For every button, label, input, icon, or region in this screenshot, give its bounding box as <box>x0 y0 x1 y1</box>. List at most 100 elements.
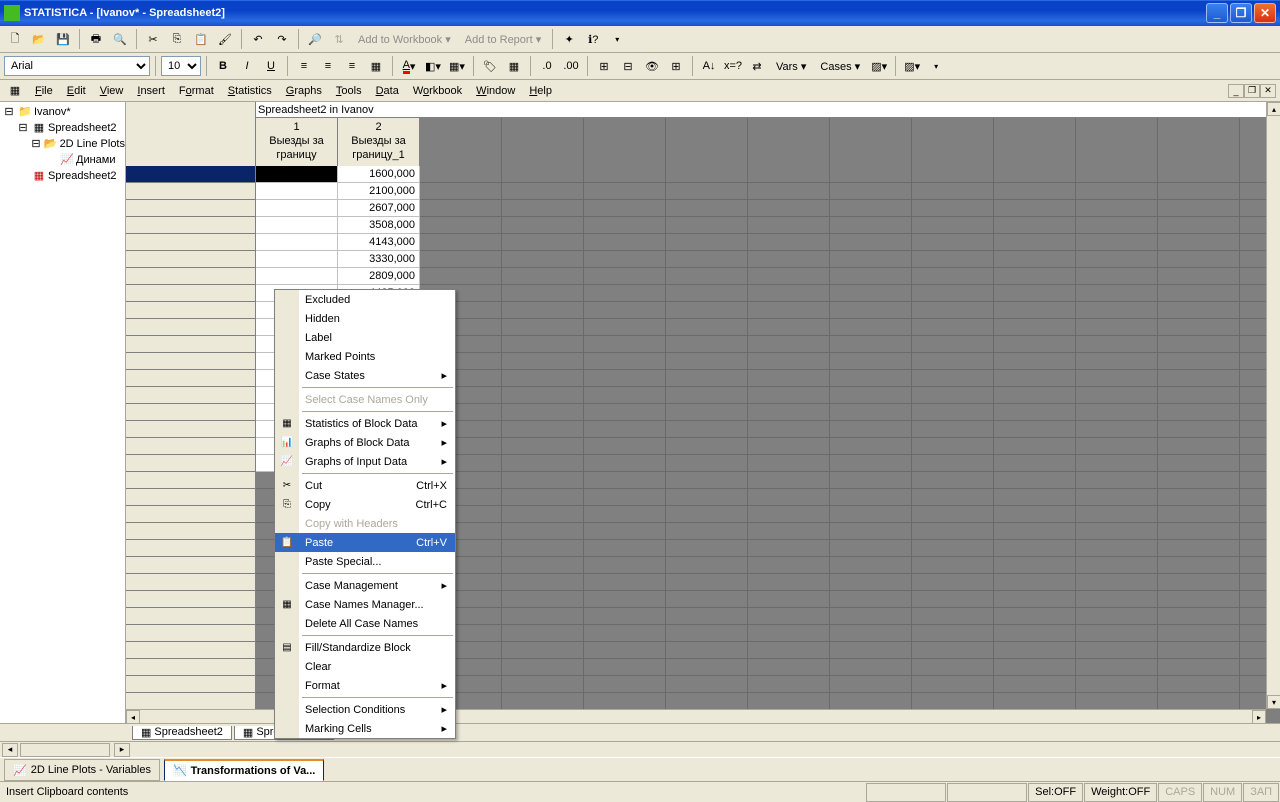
row-header[interactable] <box>126 540 256 557</box>
recalc-button[interactable]: x=? <box>722 55 744 77</box>
options-button[interactable]: ✦ <box>558 28 580 50</box>
row-header[interactable] <box>126 591 256 608</box>
row-header[interactable] <box>126 523 256 540</box>
menu-graphs[interactable]: Graphs <box>279 83 329 99</box>
add-to-report-button[interactable]: Add to Report ▾ <box>459 28 547 50</box>
project-tree[interactable]: ⊟📁Ivanov* ⊟▦Spreadsheet2 ⊟📂2D Line Plots… <box>0 102 126 723</box>
row-header[interactable] <box>126 642 256 659</box>
align-center-button[interactable]: ≡ <box>317 55 339 77</box>
zoom-out-button[interactable]: ⊟ <box>617 55 639 77</box>
decimal-inc-button[interactable]: .0 <box>536 55 558 77</box>
decimal-dec-button[interactable]: .00 <box>560 55 582 77</box>
new-button[interactable]: 🗋 <box>4 28 26 50</box>
scroll-left-button[interactable]: ◂ <box>126 710 140 724</box>
menu-workbook[interactable]: Workbook <box>406 83 469 99</box>
ctx-delete-case-names[interactable]: Delete All Case Names <box>275 614 455 633</box>
scroll-right-button[interactable]: ▸ <box>114 743 130 757</box>
help-button[interactable]: ℹ? <box>582 28 604 50</box>
paste-button[interactable]: 📋 <box>190 28 212 50</box>
print-button[interactable]: 🖶 <box>85 28 107 50</box>
redo-button[interactable]: ↷ <box>271 28 293 50</box>
sort-asc-button[interactable]: A↓ <box>698 55 720 77</box>
menu-window[interactable]: Window <box>469 83 522 99</box>
preview-button[interactable]: 🔍 <box>109 28 131 50</box>
row-header[interactable] <box>126 370 256 387</box>
cell[interactable] <box>256 200 338 217</box>
ctx-case-states[interactable]: Case States▸ <box>275 366 455 385</box>
row-header[interactable] <box>126 557 256 574</box>
vertical-scrollbar[interactable]: ▴ ▾ <box>1266 102 1280 709</box>
cut-button[interactable]: ✂ <box>142 28 164 50</box>
cell[interactable] <box>256 251 338 268</box>
row-header[interactable] <box>126 234 256 251</box>
row-header[interactable] <box>126 506 256 523</box>
cell[interactable] <box>256 183 338 200</box>
italic-button[interactable]: I <box>236 55 258 77</box>
menu-statistics[interactable]: Statistics <box>221 83 279 99</box>
toolbar-options-icon[interactable]: ▾ <box>606 28 628 50</box>
column-header[interactable]: 1 Выезды за границу <box>256 118 338 166</box>
tree-item[interactable]: Динами <box>76 152 116 168</box>
tag-button[interactable]: 🏷 <box>479 55 501 77</box>
ctx-hidden[interactable]: Hidden <box>275 309 455 328</box>
row-header[interactable] <box>126 676 256 693</box>
fill-color-button[interactable]: ◧▾ <box>422 55 444 77</box>
find-button[interactable]: 🔎 <box>304 28 326 50</box>
tree-root[interactable]: Ivanov* <box>34 104 71 120</box>
spreadsheet[interactable]: Spreadsheet2 in Ivanov 1 Выезды за грани… <box>126 102 1280 723</box>
row-header[interactable] <box>126 574 256 591</box>
underline-button[interactable]: U <box>260 55 282 77</box>
ctx-case-names-manager[interactable]: ▦Case Names Manager... <box>275 595 455 614</box>
cell[interactable]: 3330,000 <box>338 251 420 268</box>
ctx-cut[interactable]: ✂CutCtrl+X <box>275 476 455 495</box>
row-header[interactable] <box>126 336 256 353</box>
ctx-graphs-input[interactable]: 📈Graphs of Input Data▸ <box>275 452 455 471</box>
cases-button[interactable]: Cases ▾ <box>814 55 866 77</box>
recode-button[interactable]: ⇄ <box>746 55 768 77</box>
pattern1-button[interactable]: ▨▾ <box>868 55 890 77</box>
bold-button[interactable]: B <box>212 55 234 77</box>
row-header[interactable] <box>126 455 256 472</box>
zoom-in-button[interactable]: ⊞ <box>593 55 615 77</box>
grid-corner[interactable] <box>126 102 256 166</box>
ctx-statistics-block[interactable]: ▦Statistics of Block Data▸ <box>275 414 455 433</box>
task-button[interactable]: 📈2D Line Plots - Variables <box>4 759 160 781</box>
vars-button[interactable]: Vars ▾ <box>770 55 812 77</box>
scroll-left-button[interactable]: ◂ <box>2 743 18 757</box>
ctx-clear[interactable]: Clear <box>275 657 455 676</box>
ctx-graphs-block[interactable]: 📊Graphs of Block Data▸ <box>275 433 455 452</box>
menu-help[interactable]: Help <box>522 83 559 99</box>
font-size-select[interactable]: 10 <box>161 56 201 76</box>
tree-item[interactable]: Spreadsheet2 <box>48 120 117 136</box>
task-button-active[interactable]: 📉Transformations of Va... <box>164 759 324 781</box>
ctx-fill-standardize[interactable]: ▤Fill/Standardize Block <box>275 638 455 657</box>
row-header[interactable] <box>126 693 256 709</box>
merge-button[interactable]: ▦ <box>365 55 387 77</box>
menu-edit[interactable]: Edit <box>60 83 93 99</box>
ctx-paste[interactable]: 📋PasteCtrl+V <box>275 533 455 552</box>
maximize-button[interactable]: ❐ <box>1230 3 1252 23</box>
toolbar2-options-icon[interactable]: ▾ <box>925 55 947 77</box>
grid-button[interactable]: ▦ <box>503 55 525 77</box>
ctx-excluded[interactable]: Excluded <box>275 290 455 309</box>
border-button[interactable]: ▦▾ <box>446 55 468 77</box>
sort-button[interactable]: ⇅ <box>328 28 350 50</box>
close-button[interactable]: ✕ <box>1254 3 1276 23</box>
ctx-copy[interactable]: ⎘CopyCtrl+C <box>275 495 455 514</box>
ctx-marked-points[interactable]: Marked Points <box>275 347 455 366</box>
save-button[interactable]: 💾 <box>52 28 74 50</box>
align-left-button[interactable]: ≡ <box>293 55 315 77</box>
menu-insert[interactable]: Insert <box>130 83 172 99</box>
copy-button[interactable]: ⎘ <box>166 28 188 50</box>
add-to-workbook-button[interactable]: Add to Workbook ▾ <box>352 28 457 50</box>
row-header[interactable] <box>126 302 256 319</box>
scroll-up-button[interactable]: ▴ <box>1267 102 1280 116</box>
row-header[interactable] <box>126 421 256 438</box>
row-header[interactable] <box>126 268 256 285</box>
scroll-right-button[interactable]: ▸ <box>1252 710 1266 724</box>
row-header[interactable] <box>126 659 256 676</box>
cell[interactable] <box>256 217 338 234</box>
format-painter-button[interactable]: 🖌 <box>214 28 236 50</box>
ctx-selection-conditions[interactable]: Selection Conditions▸ <box>275 700 455 719</box>
show-hide-button[interactable]: 👁 <box>641 55 663 77</box>
